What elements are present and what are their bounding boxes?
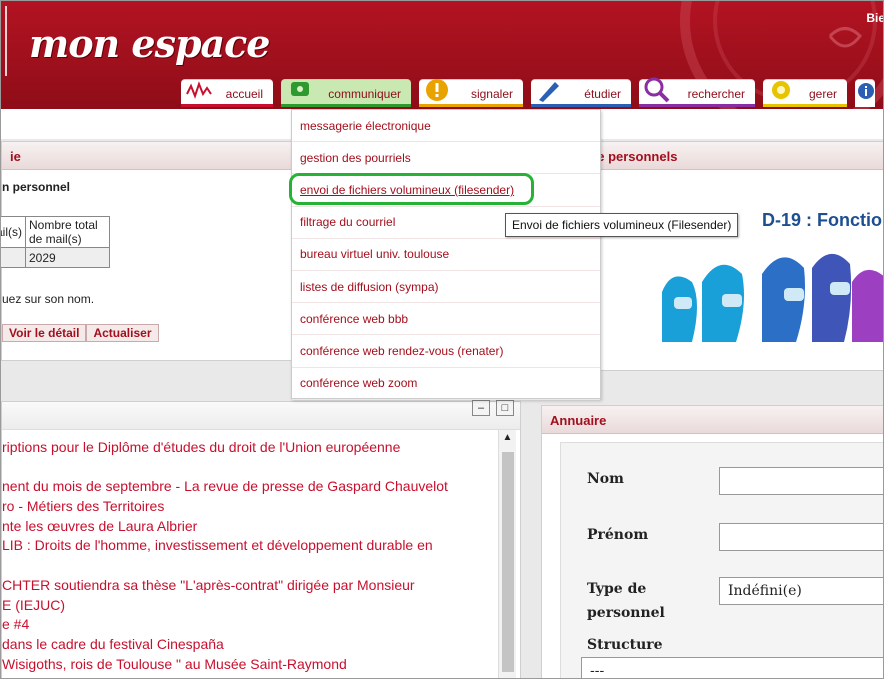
mail-hint: uez sur son nom. [2, 292, 95, 306]
nom-input[interactable] [719, 467, 883, 495]
type-personnel-label: Type de personnel [587, 581, 665, 621]
news-panel-header: – □ [2, 400, 520, 430]
tab-underline [281, 104, 411, 107]
site-logo[interactable]: mon espace [29, 21, 270, 66]
news-item[interactable]: LIB : Droits de l'homme, investissement … [2, 536, 498, 556]
tab-signaler[interactable]: signaler [419, 79, 523, 107]
news-item[interactable]: dans le cadre du festival Cinespaña [2, 635, 498, 655]
news-item [2, 458, 498, 478]
news-item[interactable]: e #4 [2, 615, 498, 635]
tab-info[interactable] [855, 79, 875, 107]
news-list: riptions pour le Diplôme d'études du dro… [2, 438, 498, 678]
news-item[interactable]: ro - Métiers des Territoires [2, 497, 498, 517]
main-nav: accueil communiquer signaler étudier rec [181, 77, 875, 107]
warning-icon [426, 79, 448, 101]
menu-item-zoom[interactable]: conférence web zoom [292, 368, 600, 400]
menu-item-bureau-virtuel[interactable]: bureau virtuel univ. toulouse [292, 239, 600, 271]
masked-people-illustration [662, 253, 883, 342]
menu-item-pourriels[interactable]: gestion des pourriels [292, 142, 600, 175]
tab-underline [531, 104, 631, 107]
tab-label: signaler [470, 86, 513, 101]
pen-icon [539, 82, 559, 102]
nom-label: Nom [587, 471, 624, 487]
menu-item-rendez-vous[interactable]: conférence web rendez-vous (renater) [292, 335, 600, 368]
highlight-ring [289, 173, 534, 205]
mail-actions: Voir le détail Actualiser [2, 324, 159, 342]
news-scrollbar[interactable]: ▲ [498, 430, 516, 678]
news-item[interactable]: Wisigoths, rois de Toulouse " au Musée S… [2, 655, 498, 675]
mail-panel-subtitle: n personnel [2, 180, 71, 194]
tab-underline [181, 104, 273, 107]
annuaire-title: Annuaire [542, 406, 883, 434]
gear-icon [772, 81, 790, 99]
prenom-input[interactable] [719, 523, 883, 551]
magnifier-icon [644, 77, 670, 103]
table-cell: 2029 [25, 247, 110, 268]
news-item[interactable]: CHTER soutiendra sa thèse "L'après-contr… [2, 576, 498, 596]
tab-accueil[interactable]: accueil [181, 79, 273, 107]
banner-text: D-19 : Fonction [762, 210, 884, 230]
mail-panel: ie n personnel ail(s) Nombre total de ma… [1, 141, 293, 361]
page: mon espace Bie accueil communiquer signa… [0, 0, 884, 679]
tab-label: étudier [584, 86, 621, 101]
tab-rechercher[interactable]: rechercher [639, 77, 755, 107]
phone-icon [291, 82, 309, 96]
tab-underline [639, 104, 755, 107]
tab-underline [419, 104, 523, 107]
structure-select[interactable]: --- [581, 657, 883, 678]
annuaire-form: Nom Prénom Type de personnel Indéfini(e)… [560, 442, 883, 678]
tab-label: accueil [225, 86, 263, 101]
menu-item-listes-diffusion[interactable]: listes de diffusion (sympa) [292, 271, 600, 304]
espace-personnel-panel: ce personnels D-19 : Fonction [581, 141, 884, 371]
news-item[interactable]: nte les œuvres de Laura Albrier [2, 517, 498, 537]
news-panel: – □ riptions pour le Diplôme d'études du… [1, 400, 521, 678]
voir-detail-button[interactable]: Voir le détail [2, 324, 87, 342]
news-item[interactable]: nent du mois de septembre - La revue de … [2, 477, 498, 497]
site-header: mon espace Bie accueil communiquer signa… [1, 1, 884, 109]
menu-item-bbb[interactable]: conférence web bbb [292, 303, 600, 336]
greeting-text: Bie [866, 11, 884, 25]
logo-frame [1, 6, 7, 76]
mail-panel-title: ie [2, 142, 292, 170]
table-cell [1, 247, 26, 268]
tab-underline [763, 104, 847, 107]
maximize-button[interactable]: □ [496, 400, 514, 416]
communiquer-dropdown: messagerie électronique gestion des pour… [291, 109, 601, 400]
tab-label: rechercher [687, 86, 745, 101]
news-item[interactable]: E (IEJUC) [2, 596, 498, 616]
minimize-button[interactable]: – [472, 400, 490, 416]
scroll-thumb[interactable] [502, 452, 514, 672]
menu-item-messagerie[interactable]: messagerie électronique [292, 110, 600, 143]
filesender-tooltip: Envoi de fichiers volumineux (Filesender… [505, 213, 739, 237]
table-header: Nombre total de mail(s) [25, 216, 110, 248]
mail-stats-table: ail(s) Nombre total de mail(s) 2029 [1, 216, 110, 268]
prenom-label: Prénom [587, 527, 649, 543]
tab-etudier[interactable]: étudier [531, 79, 631, 107]
covid-banner[interactable]: D-19 : Fonction [662, 182, 884, 342]
structure-label: Structure [587, 637, 663, 653]
info-icon [858, 83, 874, 99]
table-header: ail(s) [1, 216, 26, 248]
tab-communiquer[interactable]: communiquer [281, 79, 411, 107]
scroll-up-icon[interactable]: ▲ [499, 430, 516, 446]
tab-label: communiquer [328, 86, 401, 101]
tab-label: gerer [808, 86, 837, 101]
tab-gerer[interactable]: gerer [763, 79, 847, 107]
news-item [2, 556, 498, 576]
news-item[interactable]: ... [2, 674, 498, 678]
news-item[interactable]: riptions pour le Diplôme d'études du dro… [2, 438, 498, 458]
actualiser-button[interactable]: Actualiser [86, 324, 159, 342]
annuaire-panel: Annuaire Nom Prénom Type de personnel In… [541, 405, 883, 678]
type-personnel-select[interactable]: Indéfini(e) [719, 577, 883, 605]
espace-panel-title: ce personnels [582, 142, 883, 170]
wave-icon [186, 81, 212, 99]
